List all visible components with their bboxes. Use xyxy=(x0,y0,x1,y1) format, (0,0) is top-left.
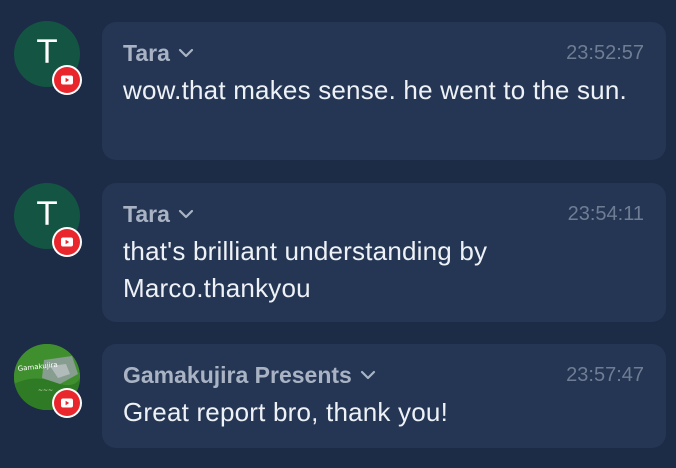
message-header: Tara 23:54:11 xyxy=(123,201,644,227)
timestamp: 23:57:47 xyxy=(566,363,644,386)
youtube-icon xyxy=(52,65,82,95)
message-bubble: Tara 23:54:11 that's brilliant understan… xyxy=(102,183,666,322)
message-bubble: Gamakujira Presents 23:57:47 Great repor… xyxy=(102,344,666,448)
message-header: Tara 23:52:57 xyxy=(123,40,644,66)
avatar[interactable]: Gamakujira ~~~ xyxy=(14,344,82,418)
author-name: Tara xyxy=(123,39,170,66)
message-bubble: Tara 23:52:57 wow.that makes sense. he w… xyxy=(102,22,666,160)
author-menu[interactable]: Gamakujira Presents xyxy=(123,362,376,389)
live-chat-feed: T Tara 23:52:57 wow.that makes sense. he… xyxy=(0,0,676,468)
svg-text:~~~: ~~~ xyxy=(38,387,53,394)
message-text: that's brilliant understanding by Marco.… xyxy=(123,236,488,303)
message-header: Gamakujira Presents 23:57:47 xyxy=(123,362,644,388)
message-text: wow.that makes sense. he went to the sun… xyxy=(123,75,627,105)
youtube-icon xyxy=(52,227,82,257)
avatar[interactable]: T xyxy=(14,21,82,95)
avatar[interactable]: T xyxy=(14,183,82,257)
youtube-icon xyxy=(52,388,82,418)
author-menu[interactable]: Tara xyxy=(123,40,194,67)
avatar-letter: T xyxy=(37,33,57,71)
avatar-letter: T xyxy=(37,195,57,233)
message-text: Great report bro, thank you! xyxy=(123,397,448,427)
author-menu[interactable]: Tara xyxy=(123,201,194,228)
chevron-down-icon[interactable] xyxy=(360,369,376,381)
chevron-down-icon[interactable] xyxy=(178,47,194,59)
author-name: Gamakujira Presents xyxy=(123,361,352,388)
author-name: Tara xyxy=(123,200,170,227)
timestamp: 23:52:57 xyxy=(566,41,644,64)
timestamp: 23:54:11 xyxy=(567,202,644,225)
chevron-down-icon[interactable] xyxy=(178,208,194,220)
